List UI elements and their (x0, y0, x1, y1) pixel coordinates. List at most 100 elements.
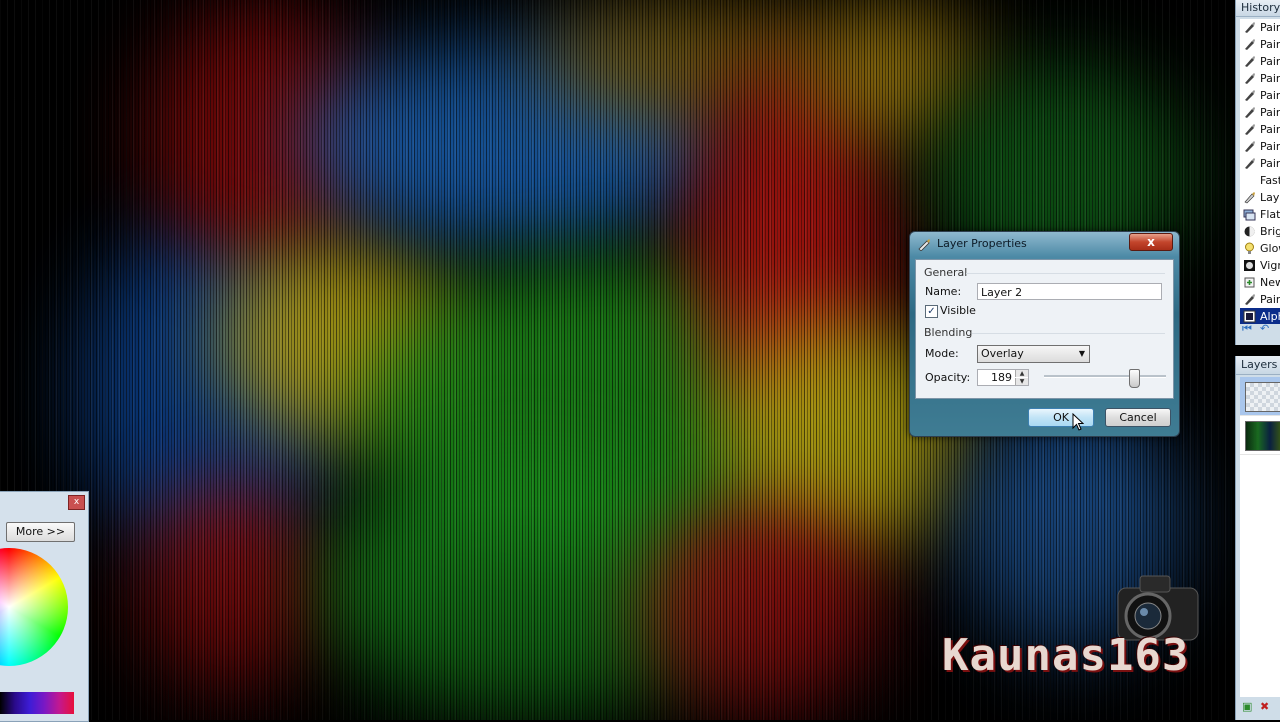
history-item-label: Paint (1260, 55, 1280, 68)
dialog-title: Layer Properties (937, 237, 1027, 250)
history-item[interactable]: Paint (1240, 70, 1280, 87)
paintbrush-icon (1245, 73, 1255, 84)
watermark-text: Kaunas163 (942, 630, 1190, 681)
layer-row[interactable] (1240, 416, 1280, 455)
history-item[interactable]: Paint (1240, 138, 1280, 155)
blend-mode-value: Overlay (981, 347, 1024, 360)
opacity-slider-track[interactable] (1044, 375, 1166, 378)
paintbrush-icon (1245, 158, 1255, 169)
history-item-label: Fast (1260, 174, 1280, 187)
history-item-label: Paint (1260, 157, 1280, 170)
new-layer-icon (1244, 277, 1255, 288)
dialog-body: General Name: Layer 2 ✓ Visible Blending… (915, 259, 1174, 399)
spin-up-icon[interactable]: ▲ (1015, 370, 1028, 377)
layer-properties-dialog: Layer Properties x General Name: Layer 2… (909, 231, 1180, 437)
history-item[interactable]: Paint (1240, 87, 1280, 104)
colors-close-button[interactable]: x (68, 495, 85, 510)
history-item[interactable]: New (1240, 274, 1280, 291)
history-item-label: Paint (1260, 38, 1280, 51)
history-item[interactable]: Glow (1240, 240, 1280, 257)
divider (966, 273, 1165, 274)
mode-label: Mode: (925, 347, 959, 360)
paintbrush-icon (1245, 141, 1255, 152)
history-item-label: Paint (1260, 123, 1280, 136)
more-button[interactable]: More >> (6, 522, 75, 542)
layers-list (1240, 377, 1280, 697)
history-list: Paint Paint Paint Paint Paint Paint Paint Paint… (1240, 19, 1280, 324)
paintbrush-icon (1245, 22, 1255, 33)
history-item[interactable]: Flatt (1240, 206, 1280, 223)
opacity-value: 189 (991, 371, 1012, 384)
undo-icon[interactable]: ↶ (1260, 322, 1274, 336)
brightness-icon (1244, 226, 1255, 237)
layer-thumbnail (1245, 382, 1280, 412)
history-item[interactable]: Paint (1240, 53, 1280, 70)
paintbrush-icon (1245, 124, 1255, 135)
history-item-label: Flatt (1260, 208, 1280, 221)
history-item-label: Paint (1260, 140, 1280, 153)
paintbrush-icon (1245, 39, 1255, 50)
color-wheel[interactable] (0, 548, 68, 666)
divider (972, 333, 1165, 334)
color-palette[interactable] (0, 692, 74, 714)
layers-panel: Layers ▣ ✖ (1235, 356, 1280, 720)
history-panel-title: History (1236, 0, 1280, 17)
blending-section-label: Blending (924, 326, 973, 339)
name-label: Name: (925, 285, 962, 298)
paintbrush-icon (1245, 294, 1255, 305)
history-item[interactable]: Fast (1240, 172, 1280, 189)
blend-mode-select[interactable]: Overlay ▼ (977, 345, 1090, 363)
history-item[interactable]: Vigne (1240, 257, 1280, 274)
history-item-label: Paint (1260, 106, 1280, 119)
history-panel: History PaintPaintPaintPaintPaintPaintPa… (1235, 0, 1280, 345)
history-item[interactable]: Paint (1240, 104, 1280, 121)
history-item[interactable]: Paint (1240, 155, 1280, 172)
opacity-slider-thumb[interactable] (1129, 369, 1141, 388)
history-item-label: Glow (1260, 242, 1280, 255)
history-item[interactable]: Paint (1240, 121, 1280, 138)
cancel-button[interactable]: Cancel (1105, 408, 1171, 427)
paintbrush-icon (1245, 56, 1255, 67)
add-layer-icon[interactable]: ▣ (1242, 700, 1256, 714)
mouse-cursor-icon (1072, 413, 1084, 431)
history-item[interactable]: Laye (1240, 189, 1280, 206)
flatten-icon (1243, 209, 1256, 221)
layer-properties-icon (918, 239, 930, 251)
history-item[interactable]: Brigh (1240, 223, 1280, 240)
history-item-label: Paint (1260, 89, 1280, 102)
layer-row[interactable] (1240, 377, 1280, 416)
close-button[interactable]: x (1129, 233, 1173, 251)
history-item-label: Vigne (1260, 259, 1280, 272)
history-controls: ⏮ ↶ (1242, 322, 1278, 336)
spin-down-icon[interactable]: ▼ (1015, 378, 1028, 385)
history-item-label: Paint (1260, 21, 1280, 34)
history-item[interactable]: Paint (1240, 291, 1280, 308)
visible-checkbox[interactable]: ✓ (925, 305, 938, 318)
glow-icon (1245, 242, 1254, 254)
ok-button[interactable]: OK (1028, 408, 1094, 427)
layer-properties-icon (1244, 192, 1255, 204)
opacity-label: Opacity: (925, 371, 971, 384)
delete-layer-icon[interactable]: ✖ (1260, 700, 1274, 714)
opacity-spinner[interactable]: 189 ▲ ▼ (977, 369, 1029, 386)
dialog-titlebar[interactable]: Layer Properties x (910, 232, 1179, 254)
layer-thumbnail (1245, 421, 1280, 451)
colors-panel: x More >> (0, 491, 89, 722)
rewind-icon[interactable]: ⏮ (1242, 322, 1256, 336)
history-item[interactable]: Paint (1240, 19, 1280, 36)
history-item-label: Paint (1260, 72, 1280, 85)
name-input[interactable]: Layer 2 (977, 283, 1162, 300)
history-item-label: Brigh (1260, 225, 1280, 238)
chevron-down-icon: ▼ (1078, 349, 1085, 358)
paintbrush-icon (1245, 90, 1255, 101)
layers-controls: ▣ ✖ (1242, 700, 1278, 714)
vignette-icon (1244, 260, 1255, 271)
history-item-label: Paint (1260, 293, 1280, 306)
paintbrush-icon (1245, 107, 1255, 118)
history-item-label: Laye (1260, 191, 1280, 204)
history-item[interactable]: Paint (1240, 36, 1280, 53)
visible-label[interactable]: Visible (940, 304, 976, 317)
history-item-label: New (1260, 276, 1280, 289)
general-section-label: General (924, 266, 968, 279)
layers-panel-title: Layers (1236, 356, 1280, 375)
